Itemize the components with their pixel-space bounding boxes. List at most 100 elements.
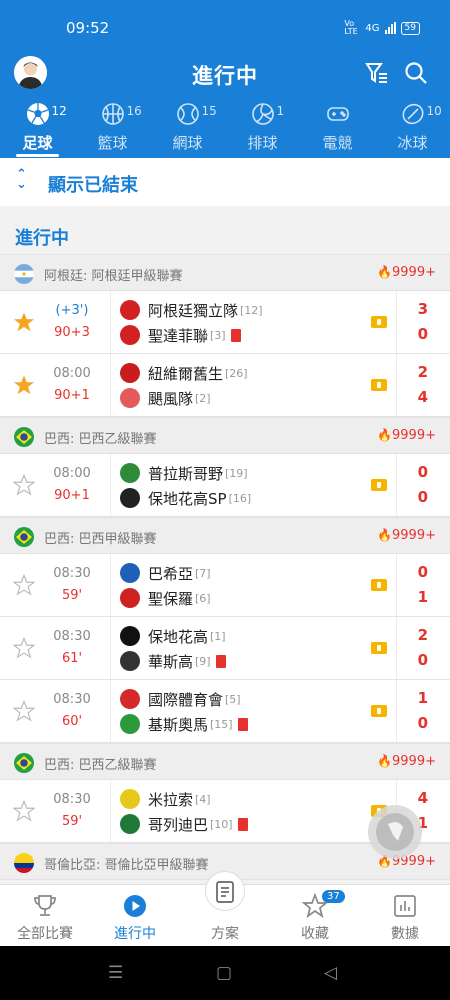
- match-row[interactable]: 08:30 60' 國際體育會 [5] 基斯奧馬 [15] 1 0: [0, 680, 450, 743]
- show-finished-toggle[interactable]: ⌃ ⌄ 顯示已結束: [0, 158, 450, 206]
- away-team[interactable]: 聖保羅 [6]: [120, 587, 211, 609]
- red-card-icon: [237, 817, 248, 831]
- expand-chevrons-icon: ⌃ ⌄: [16, 167, 27, 192]
- team-rank: [10]: [210, 817, 233, 831]
- colombia-flag-icon: [14, 853, 34, 873]
- fire-icon: 🔥: [377, 265, 393, 279]
- odds-icon[interactable]: [371, 642, 387, 654]
- tab-label: 冰球: [397, 134, 428, 152]
- odds-icon[interactable]: [371, 579, 387, 591]
- home-team[interactable]: 紐維爾舊生 [26]: [120, 362, 248, 384]
- league-header[interactable]: 巴西: 巴西乙級聯賽 🔥9999+: [0, 743, 450, 780]
- trophy-icon: [32, 893, 58, 919]
- team-rank: [4]: [195, 792, 211, 806]
- match-minute: 90+1: [54, 488, 90, 503]
- team-name: 米拉索: [148, 790, 194, 809]
- match-time: 08:30: [53, 692, 91, 707]
- team-name: 巴希亞: [148, 564, 194, 583]
- team-crest-icon: [120, 325, 140, 345]
- tab-tennis[interactable]: 15 網球: [150, 100, 225, 158]
- team-crest-icon: [120, 689, 140, 709]
- nav-label: 進行中: [114, 926, 156, 942]
- nav-plans[interactable]: 方案: [180, 871, 270, 946]
- nav-data[interactable]: 數據: [360, 885, 450, 946]
- floating-assist-button[interactable]: [368, 805, 422, 859]
- league-name: 巴西: 巴西甲級聯賽: [44, 532, 157, 547]
- odds-icon[interactable]: [371, 379, 387, 391]
- tab-hockey[interactable]: 10 冰球: [375, 100, 450, 158]
- odds-icon[interactable]: [371, 316, 387, 328]
- play-icon: [122, 893, 148, 919]
- app-header: 09:52 Vo LTE 4G 59 進行中 12 足球 16 籃球 15 網球…: [0, 0, 450, 158]
- back-icon[interactable]: ◁: [324, 963, 337, 983]
- star-outline-icon[interactable]: [12, 799, 36, 822]
- home-icon[interactable]: ▢: [216, 963, 232, 983]
- nav-label: 方案: [211, 926, 239, 942]
- home-team[interactable]: 普拉斯哥野 [19]: [120, 462, 248, 484]
- filter-icon[interactable]: [364, 60, 390, 86]
- home-team[interactable]: 阿根廷獨立隊 [12]: [120, 299, 263, 321]
- away-team[interactable]: 保地花高SP [16]: [120, 487, 251, 509]
- match-row[interactable]: 08:00 90+1 紐維爾舊生 [26] 颶風隊 [2] 2 4: [0, 354, 450, 417]
- nav-favorites[interactable]: 37 收藏: [270, 885, 360, 946]
- heat-count: 🔥9999+: [377, 528, 436, 543]
- star-filled-icon[interactable]: [13, 374, 35, 396]
- team-crest-icon: [120, 651, 140, 671]
- star-outline-icon[interactable]: [12, 573, 36, 596]
- star-outline-icon[interactable]: [12, 699, 36, 722]
- tab-count: 1: [276, 104, 285, 118]
- nav-all-matches[interactable]: 全部比賽: [0, 885, 90, 946]
- match-minute: 90+3: [54, 325, 90, 340]
- league-header[interactable]: 巴西: 巴西甲級聯賽 🔥9999+: [0, 517, 450, 554]
- league-name: 哥倫比亞: 哥倫比亞甲級聯賽: [44, 858, 209, 873]
- team-rank: [7]: [195, 566, 211, 580]
- odds-icon[interactable]: [371, 705, 387, 717]
- home-score: 2: [417, 626, 428, 644]
- recent-apps-icon[interactable]: ☰: [108, 963, 123, 983]
- tab-basketball[interactable]: 16 籃球: [75, 100, 150, 158]
- brazil-flag-icon: [14, 527, 34, 547]
- tab-label: 足球: [22, 134, 53, 152]
- nav-live[interactable]: 進行中: [90, 885, 180, 946]
- odds-icon[interactable]: [371, 479, 387, 491]
- home-team[interactable]: 保地花高 [1]: [120, 625, 226, 647]
- match-row[interactable]: (+3') 90+3 阿根廷獨立隊 [12] 聖達菲聯 [3] 3 0: [0, 291, 450, 354]
- divider: [110, 680, 111, 742]
- away-team[interactable]: 聖達菲聯 [3]: [120, 324, 241, 346]
- team-name: 保地花高: [148, 627, 209, 646]
- team-crest-icon: [120, 588, 140, 608]
- away-team[interactable]: 哥列迪巴 [10]: [120, 813, 248, 835]
- match-row[interactable]: 08:30 59' 巴希亞 [7] 聖保羅 [6] 0 1: [0, 554, 450, 617]
- home-team[interactable]: 米拉索 [4]: [120, 788, 211, 810]
- home-score: 1: [417, 689, 428, 707]
- gamepad-icon: [326, 102, 350, 126]
- home-team[interactable]: 國際體育會 [5]: [120, 688, 241, 710]
- match-row[interactable]: 08:30 61' 保地花高 [1] 華斯高 [9] 2 0: [0, 617, 450, 680]
- league-header[interactable]: 巴西: 巴西乙級聯賽 🔥9999+: [0, 417, 450, 454]
- nav-label: 收藏: [301, 926, 329, 942]
- tab-volleyball[interactable]: 1 排球: [225, 100, 300, 158]
- team-crest-icon: [120, 789, 140, 809]
- star-outline-icon[interactable]: [12, 473, 36, 496]
- search-icon[interactable]: [403, 60, 429, 86]
- argentina-flag-icon: [14, 264, 34, 284]
- star-filled-icon[interactable]: [13, 311, 35, 333]
- tab-esports[interactable]: 電競: [300, 100, 375, 158]
- red-card-icon: [237, 717, 248, 731]
- away-team[interactable]: 颶風隊 [2]: [120, 387, 211, 409]
- home-team[interactable]: 巴希亞 [7]: [120, 562, 211, 584]
- star-outline-icon[interactable]: [12, 636, 36, 659]
- divider: [396, 354, 397, 416]
- team-rank: [9]: [195, 654, 211, 668]
- league-header[interactable]: 阿根廷: 阿根廷甲級聯賽 🔥9999+: [0, 254, 450, 291]
- volte-indicator: Vo LTE: [344, 19, 358, 36]
- bottom-nav: 全部比賽 進行中 方案 37 收藏 數據: [0, 871, 450, 946]
- team-name: 普拉斯哥野: [148, 464, 224, 483]
- tab-soccer[interactable]: 12 足球: [0, 100, 75, 158]
- fire-icon: 🔥: [377, 528, 393, 542]
- match-row[interactable]: 08:00 90+1 普拉斯哥野 [19] 保地花高SP [16] 0 0: [0, 454, 450, 517]
- away-team[interactable]: 基斯奧馬 [15]: [120, 713, 248, 735]
- battery-icon: 59: [400, 21, 420, 35]
- away-team[interactable]: 華斯高 [9]: [120, 650, 226, 672]
- team-rank: [16]: [228, 491, 252, 505]
